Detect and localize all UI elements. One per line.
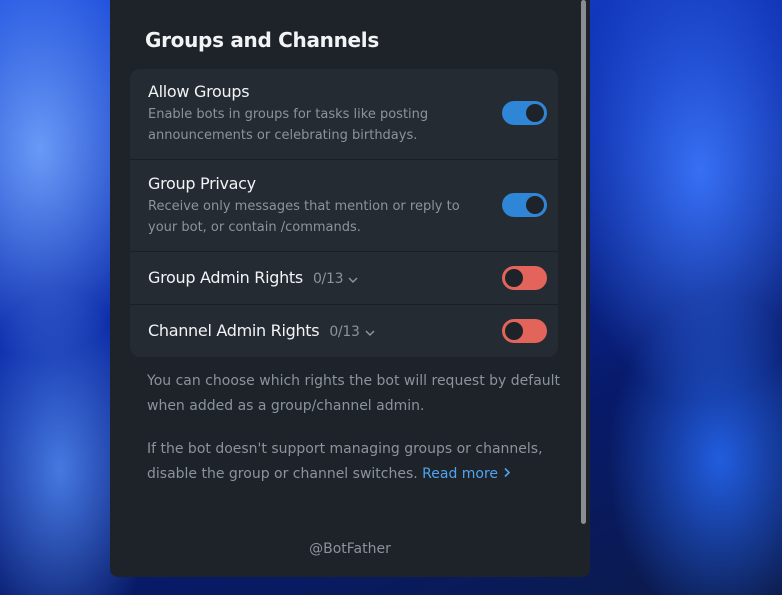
- channel-admin-rights-title: Channel Admin Rights 0/13: [148, 321, 376, 341]
- chevron-down-icon[interactable]: [347, 269, 359, 288]
- toggle-knob: [505, 269, 523, 287]
- toggle-knob: [526, 104, 544, 122]
- toggle-knob: [526, 196, 544, 214]
- group-admin-rights-title: Group Admin Rights 0/13: [148, 268, 359, 288]
- bot-username-footer: @BotFather: [309, 541, 391, 557]
- chevron-right-icon: [503, 466, 511, 482]
- group-admin-rights-count[interactable]: 0/13: [313, 271, 344, 287]
- settings-card: Allow Groups Enable bots in groups for t…: [130, 69, 558, 357]
- chevron-down-icon[interactable]: [364, 322, 376, 341]
- group-privacy-description: Receive only messages that mention or re…: [148, 199, 460, 235]
- channel-admin-rights-count[interactable]: 0/13: [329, 324, 360, 340]
- rights-note: You can choose which rights the bot will…: [147, 373, 561, 414]
- toggle-knob: [505, 322, 523, 340]
- allow-groups-description: Enable bots in groups for tasks like pos…: [148, 107, 429, 143]
- group-admin-rights-row[interactable]: Group Admin Rights 0/13: [130, 252, 558, 305]
- channel-admin-rights-toggle[interactable]: [502, 319, 547, 343]
- group-privacy-label: Group Privacy: [148, 174, 256, 193]
- allow-groups-label: Allow Groups: [148, 82, 250, 101]
- page-title: Groups and Channels: [145, 28, 379, 52]
- group-privacy-toggle[interactable]: [502, 193, 547, 217]
- allow-groups-row[interactable]: Allow Groups Enable bots in groups for t…: [130, 69, 558, 160]
- read-more-label: Read more: [422, 466, 499, 482]
- group-admin-rights-label: Group Admin Rights: [148, 268, 303, 287]
- support-note: If the bot doesn't support managing grou…: [147, 437, 567, 487]
- group-admin-rights-toggle[interactable]: [502, 266, 547, 290]
- panel-scrollbar[interactable]: [581, 0, 586, 524]
- allow-groups-toggle[interactable]: [502, 101, 547, 125]
- channel-admin-rights-label: Channel Admin Rights: [148, 321, 320, 340]
- channel-admin-rights-row[interactable]: Channel Admin Rights 0/13: [130, 305, 558, 357]
- read-more-link[interactable]: Read more: [422, 466, 510, 482]
- group-privacy-row[interactable]: Group Privacy Receive only messages that…: [130, 160, 558, 252]
